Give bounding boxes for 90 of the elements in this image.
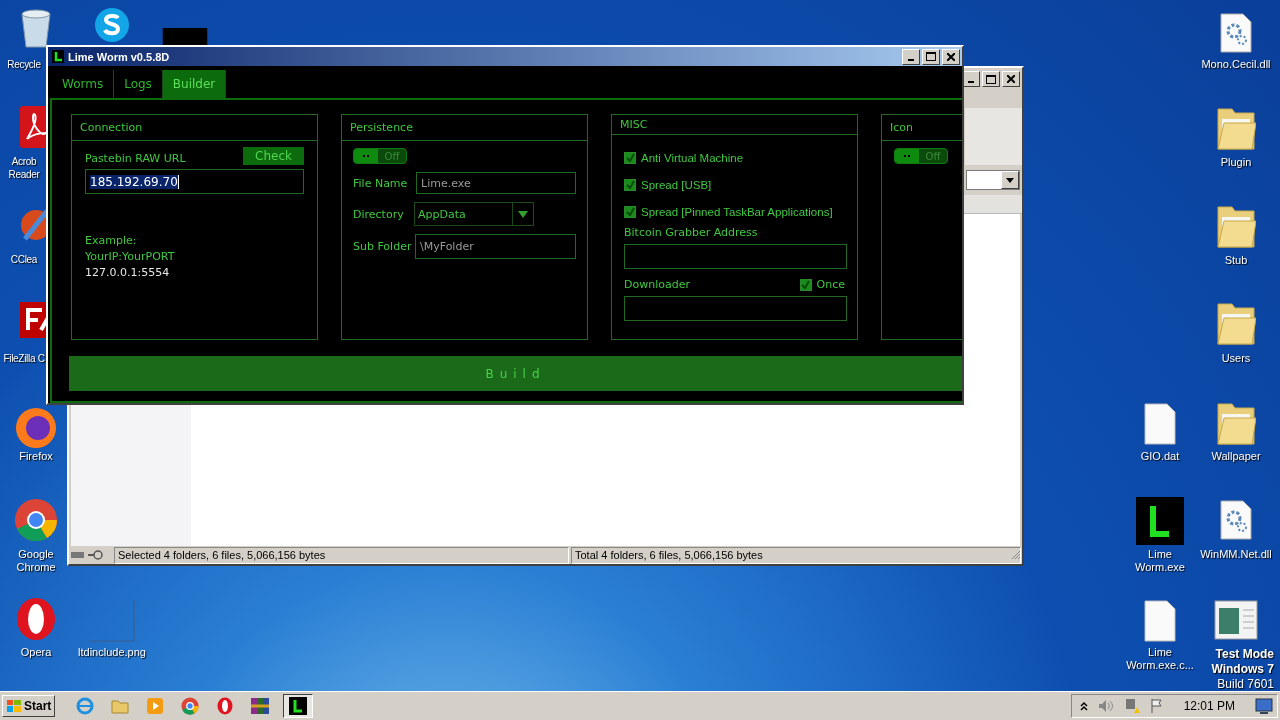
tab[interactable]: Builder	[162, 70, 227, 98]
desktop-icon-label[interactable]: Plugin	[1201, 156, 1271, 169]
checkbox[interactable]	[624, 205, 636, 218]
desktop-icon-label[interactable]: GIO.dat	[1125, 450, 1195, 463]
desktop-icon-label[interactable]: Lime Worm.exe.c...	[1122, 646, 1198, 672]
checkbox-label: Spread [USB]	[641, 178, 712, 191]
check-button[interactable]: Check	[243, 147, 304, 165]
system-notice-text: Build 7601	[1217, 677, 1274, 692]
clock[interactable]: 12:01 PM	[1183, 699, 1235, 713]
skype-icon	[92, 8, 132, 42]
sub-folder-field[interactable]: \MyFolder	[415, 234, 576, 259]
close-button[interactable]	[942, 48, 960, 65]
url-input-field[interactable]: 185.192.69.70	[85, 169, 304, 194]
network-warning-icon[interactable]	[1123, 698, 1140, 714]
address-dropdown[interactable]	[966, 170, 1020, 190]
panel-title: Persistence	[350, 121, 413, 134]
example-value: 127.0.0.1:5554	[85, 266, 171, 279]
desktop-icon-label[interactable]: Firefox	[6, 450, 66, 463]
panel-title: Icon	[890, 121, 913, 134]
panel-title: Connection	[80, 121, 143, 134]
drive-key-icon	[70, 550, 104, 560]
field-label: Pastebin RAW URL	[85, 152, 186, 165]
file-name-field[interactable]: Lime.exe	[416, 172, 576, 194]
panel-title: MISC	[620, 118, 648, 131]
checkbox-label: Anti Virtual Machine	[641, 151, 744, 164]
blank-file-icon	[1144, 600, 1176, 642]
desktop-icon-label[interactable]: Wallpaper	[1201, 450, 1271, 463]
window-title: Lime Worm v0.5.8D	[68, 50, 170, 63]
resize-grip-icon	[1011, 550, 1021, 560]
directory-dropdown[interactable]: AppData	[414, 202, 534, 226]
folder-icon	[1216, 105, 1256, 151]
maximize-button[interactable]	[982, 71, 1000, 87]
close-button[interactable]	[1002, 71, 1020, 87]
desktop-icon-label[interactable]: Mono.Cecil.dll	[1194, 58, 1278, 71]
desktop-icon-label[interactable]: Recycle	[2, 58, 46, 71]
firefox-icon	[14, 406, 58, 450]
desktop-icon-label[interactable]: Stub	[1201, 254, 1271, 267]
dropdown-arrow-icon	[518, 210, 528, 218]
checkbox-label: Once	[816, 278, 845, 291]
flag-icon[interactable]	[1149, 698, 1164, 714]
desktop-icon-label[interactable]: Google Chrome	[6, 548, 66, 574]
checkbox-label: Spread [Pinned TaskBar Applications]	[641, 205, 833, 218]
lime-letter-icon	[52, 50, 64, 63]
field-label: File Name	[353, 176, 408, 190]
checkbox[interactable]	[624, 178, 636, 191]
show-desktop-icon[interactable]	[1255, 698, 1273, 714]
status-bar-text: Total 4 folders, 6 files, 5,066,156 bytes	[571, 546, 1021, 564]
field-label: Downloader	[624, 278, 690, 291]
desktop-icon-label[interactable]: Opera	[6, 646, 66, 659]
folder-icon	[1216, 300, 1256, 346]
desktop-icon-label[interactable]: FileZilla C	[2, 352, 46, 365]
window-icon	[1214, 600, 1258, 640]
status-bar-text: Selected 4 folders, 6 files, 5,066,156 bytes	[114, 546, 569, 564]
start-button[interactable]: Start	[2, 695, 56, 717]
folder-icon	[1216, 203, 1256, 249]
field-label: Bitcoin Grabber Address	[624, 226, 759, 239]
taskbar-button[interactable]	[283, 694, 314, 718]
desktop-icon-label[interactable]: Acrob Reader	[2, 155, 46, 181]
close-icon	[1007, 75, 1015, 83]
gear-file-icon	[1220, 500, 1252, 540]
chevron-up-icon[interactable]	[1079, 701, 1088, 711]
opera-icon	[16, 597, 56, 641]
system-notice-text: Windows 7	[1211, 662, 1274, 677]
blank-file-icon	[1144, 403, 1176, 445]
close-icon	[947, 52, 955, 61]
bitcoin-address-field[interactable]	[624, 244, 847, 269]
lime-letter-icon[interactable]	[289, 697, 308, 715]
chrome-icon	[14, 498, 58, 542]
desktop-icon-label[interactable]: CClea	[2, 253, 46, 266]
desktop-icon-label[interactable]: WinMM.Net.dll	[1194, 548, 1278, 561]
recycle-bin-icon	[19, 8, 53, 48]
example-text: Example:	[85, 234, 138, 247]
windows-logo-icon	[6, 699, 22, 713]
gear-file-icon	[1220, 13, 1252, 53]
desktop-icon-label[interactable]: ltdinclude.png	[67, 646, 157, 659]
system-notice-text: Test Mode	[1215, 647, 1274, 662]
downloader-url-field[interactable]	[624, 296, 847, 321]
dropdown-arrow-icon	[1006, 177, 1014, 183]
folder-icon	[1216, 400, 1256, 446]
desktop-icon-label[interactable]: Lime Worm.exe	[1130, 548, 1190, 574]
desktop-icon-label[interactable]: Users	[1201, 352, 1271, 365]
toolbar-area	[965, 108, 1022, 165]
example-text: YourIP:YourPORT	[85, 250, 176, 263]
checkbox[interactable]	[799, 278, 812, 291]
minimize-button[interactable]	[902, 48, 920, 65]
checkbox[interactable]	[624, 151, 636, 164]
field-label: Sub Folder	[353, 240, 412, 253]
maximize-button[interactable]	[922, 48, 940, 65]
field-label: Directory	[353, 207, 404, 221]
lime-letter-icon	[1136, 497, 1184, 545]
